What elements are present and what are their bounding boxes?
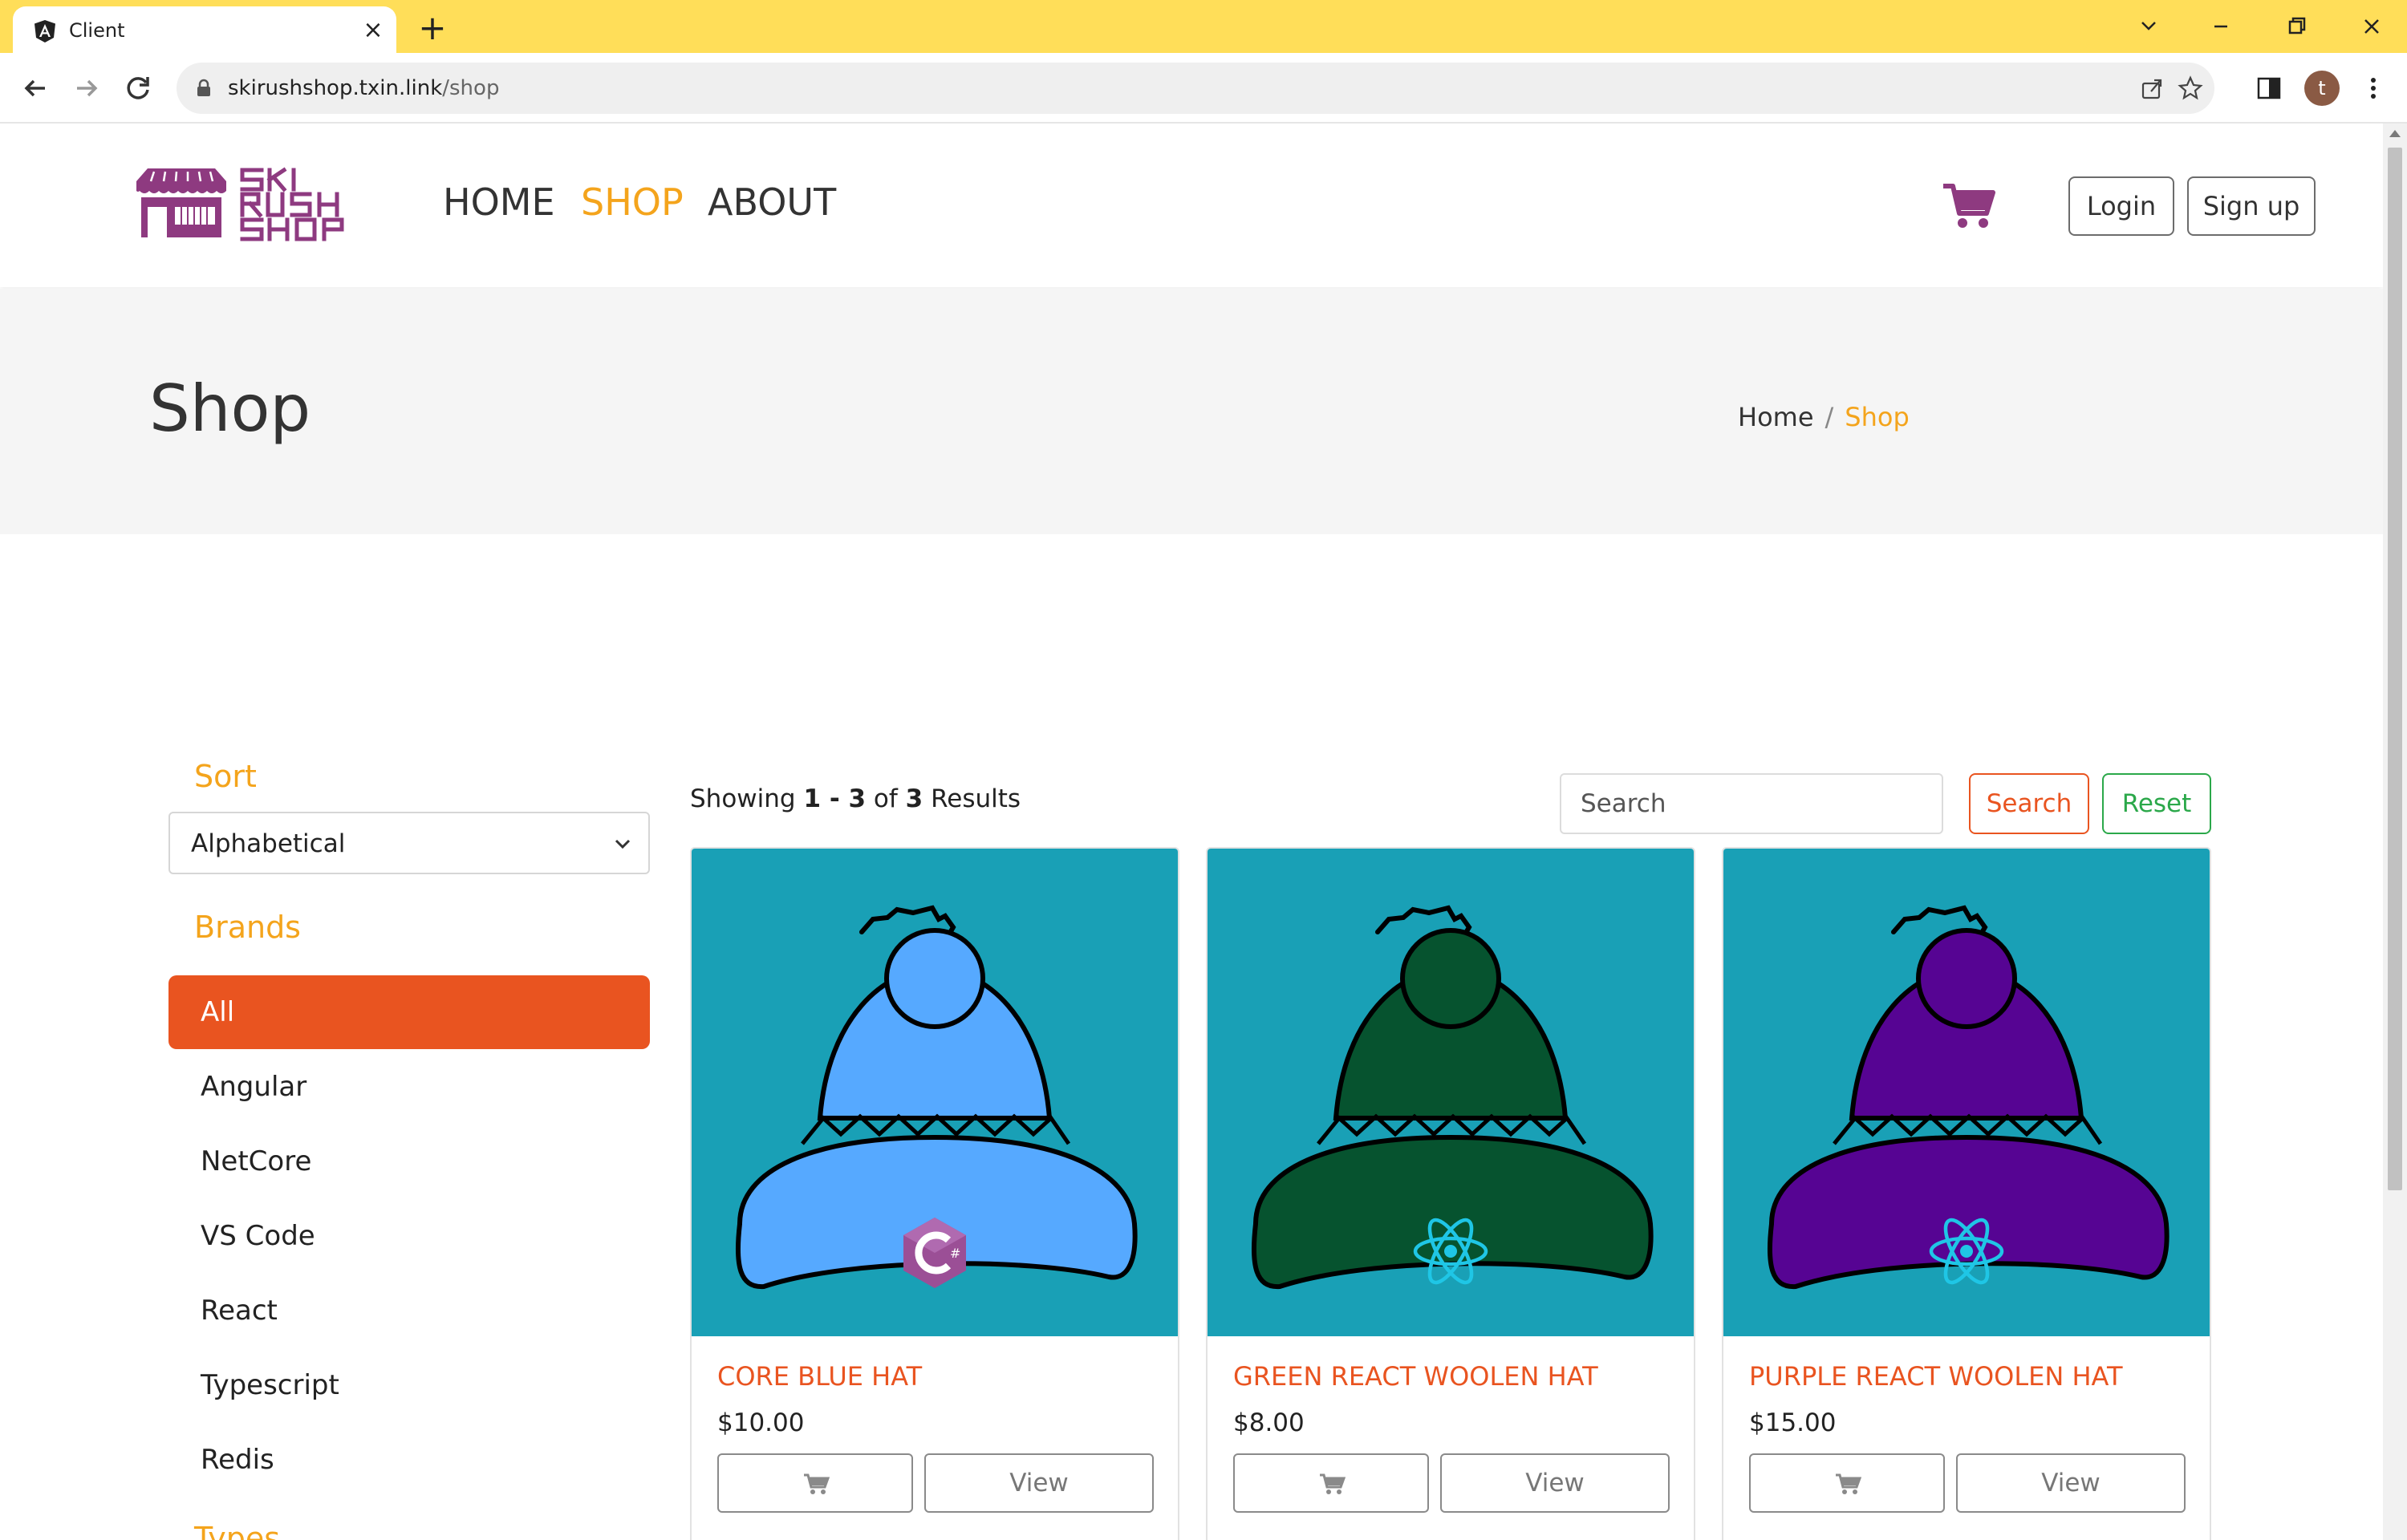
login-button[interactable]: Login: [2068, 176, 2174, 236]
hat-illustration: [1767, 905, 2170, 1290]
url-text: skirushshop.txin.link/shop: [228, 76, 500, 100]
scroll-up-arrow-icon[interactable]: [2389, 130, 2401, 137]
cart-icon: [1836, 1473, 1861, 1494]
search-button[interactable]: Search: [1969, 773, 2089, 834]
sort-heading: Sort: [194, 759, 257, 794]
ski-rush-shop-logo[interactable]: [133, 165, 358, 242]
product-price: $10.00: [717, 1408, 805, 1437]
cart-icon: [1320, 1473, 1346, 1494]
sort-select[interactable]: Alphabetical: [168, 812, 650, 874]
hat-illustration: [1251, 905, 1654, 1290]
add-to-cart-button[interactable]: [1233, 1453, 1429, 1513]
forward-arrow-icon[interactable]: [67, 69, 106, 107]
minimize-icon[interactable]: [2198, 6, 2243, 47]
address-bar[interactable]: skirushshop.txin.link/shop: [177, 63, 2214, 114]
breadcrumb-home[interactable]: Home: [1738, 402, 1814, 432]
share-icon[interactable]: [2137, 74, 2166, 103]
page-title: Shop: [149, 371, 311, 446]
sort-value: Alphabetical: [191, 829, 346, 858]
browser-toolbar: skirushshop.txin.link/shop t: [0, 53, 2407, 124]
angular-icon: [35, 20, 55, 43]
product-card[interactable]: GREEN REACT WOOLEN HAT $8.00 View: [1206, 847, 1695, 1540]
restore-icon[interactable]: [2274, 6, 2319, 47]
lock-icon: [197, 79, 210, 96]
product-card[interactable]: PURPLE REACT WOOLEN HAT $15.00 View: [1722, 847, 2211, 1540]
page-viewport: HOME SHOP ABOUT Login Sign up Shop Home /…: [0, 124, 2383, 1540]
search-input[interactable]: [1560, 773, 1943, 834]
brand-item-vscode[interactable]: VS Code: [168, 1199, 650, 1273]
tab-title: Client: [69, 19, 125, 42]
site-header: HOME SHOP ABOUT Login Sign up: [0, 124, 2383, 287]
brand-item-redis[interactable]: Redis: [168, 1423, 650, 1497]
page-banner: Shop Home / Shop: [0, 289, 2383, 534]
view-button[interactable]: View: [1440, 1453, 1670, 1513]
browser-tab-strip: Client × +: [0, 0, 2407, 53]
results-summary: Showing 1 - 3 of 3 Results: [690, 784, 1021, 813]
new-tab-icon[interactable]: +: [414, 10, 451, 47]
breadcrumb-current: Shop: [1845, 402, 1910, 432]
tab-search-chevron-icon[interactable]: [2126, 6, 2171, 47]
product-card[interactable]: # CORE BLUE HAT $10.00 View: [690, 847, 1179, 1540]
nav-home[interactable]: HOME: [443, 180, 555, 225]
tab-close-icon[interactable]: ×: [359, 17, 387, 44]
brand-item-react[interactable]: React: [168, 1274, 650, 1348]
product-image[interactable]: [1723, 849, 2210, 1336]
product-image[interactable]: #: [692, 849, 1178, 1336]
brand-item-all[interactable]: All: [168, 975, 650, 1049]
brands-heading: Brands: [194, 910, 301, 945]
browser-tab[interactable]: Client ×: [13, 6, 396, 53]
product-image[interactable]: [1208, 849, 1694, 1336]
brand-item-netcore[interactable]: NetCore: [168, 1125, 650, 1198]
product-price: $15.00: [1749, 1408, 1837, 1437]
back-arrow-icon[interactable]: [16, 69, 55, 107]
breadcrumb-separator: /: [1825, 402, 1834, 432]
add-to-cart-button[interactable]: [717, 1453, 913, 1513]
page-scrollbar[interactable]: [2383, 124, 2407, 1540]
breadcrumb: Home / Shop: [1738, 401, 1910, 433]
cart-icon: [804, 1473, 830, 1494]
types-heading: Types: [194, 1521, 281, 1540]
view-button[interactable]: View: [924, 1453, 1154, 1513]
cart-icon[interactable]: [1942, 181, 1996, 229]
close-window-icon[interactable]: [2349, 6, 2394, 47]
svg-text:#: #: [950, 1246, 960, 1261]
product-price: $8.00: [1233, 1408, 1305, 1437]
nav-shop[interactable]: SHOP: [581, 180, 684, 225]
brand-item-angular[interactable]: Angular: [168, 1050, 650, 1124]
view-button[interactable]: View: [1956, 1453, 2186, 1513]
chevron-down-icon: [615, 839, 631, 849]
browser-menu-icon[interactable]: [2357, 72, 2389, 104]
product-name[interactable]: CORE BLUE HAT: [717, 1360, 922, 1392]
signup-button[interactable]: Sign up: [2187, 176, 2316, 236]
bookmark-star-icon[interactable]: [2176, 74, 2205, 103]
hat-illustration: #: [735, 905, 1138, 1290]
add-to-cart-button[interactable]: [1749, 1453, 1945, 1513]
nav-about[interactable]: ABOUT: [708, 180, 836, 225]
profile-avatar[interactable]: t: [2304, 71, 2340, 106]
product-name[interactable]: GREEN REACT WOOLEN HAT: [1233, 1360, 1598, 1392]
side-panel-icon[interactable]: [2253, 72, 2285, 104]
product-name[interactable]: PURPLE REACT WOOLEN HAT: [1749, 1360, 2123, 1392]
scrollbar-thumb[interactable]: [2388, 148, 2402, 1190]
brand-item-typescript[interactable]: Typescript: [168, 1348, 650, 1422]
reload-icon[interactable]: [119, 69, 157, 107]
reset-button[interactable]: Reset: [2102, 773, 2211, 834]
